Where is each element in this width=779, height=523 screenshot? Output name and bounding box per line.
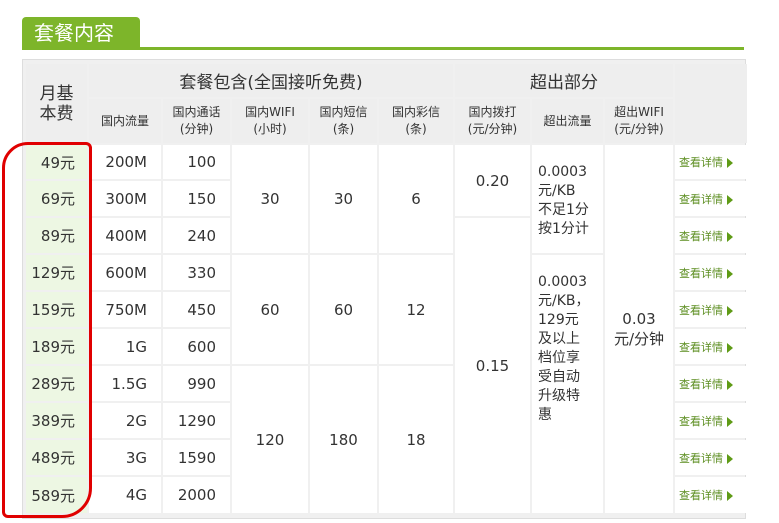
sms-count-cell: 60 (310, 255, 377, 364)
monthly-fee-cell: 189元 (26, 329, 87, 364)
arrow-right-icon (727, 305, 733, 316)
overage-traffic-cell: 0.0003 元/KB， 129元 及以上 档位享 受自动 升级特 惠 (532, 255, 603, 513)
header-col-0: 国内流量 (89, 99, 161, 143)
view-details-link[interactable]: 查看详情 (675, 366, 747, 401)
view-details-link[interactable]: 查看详情 (675, 292, 747, 327)
overage-wifi-cell: 0.03 元/分钟 (605, 145, 673, 513)
monthly-fee-cell: 69元 (26, 181, 87, 216)
view-details-link[interactable]: 查看详情 (675, 403, 747, 438)
minutes-cell: 1290 (163, 403, 230, 438)
arrow-right-icon (727, 342, 733, 353)
section-title-tab: 套餐内容 (22, 17, 140, 49)
traffic-cell: 200M (89, 145, 161, 179)
view-details-link[interactable]: 查看详情 (675, 181, 747, 216)
minutes-cell: 240 (163, 218, 230, 253)
traffic-cell: 1.5G (89, 366, 161, 401)
minutes-cell: 600 (163, 329, 230, 364)
arrow-right-icon (727, 491, 733, 501)
minutes-cell: 330 (163, 255, 230, 290)
view-details-label: 查看详情 (679, 156, 723, 169)
header-col-5: 国内拨打 (元/分钟) (455, 99, 530, 143)
header-col-4: 国内彩信 (条) (379, 99, 453, 143)
traffic-cell: 2G (89, 403, 161, 438)
view-details-link[interactable]: 查看详情 (675, 477, 747, 513)
view-details-label: 查看详情 (679, 377, 723, 391)
traffic-cell: 400M (89, 218, 161, 253)
mms-count-cell: 6 (379, 145, 453, 253)
arrow-right-icon (727, 158, 733, 168)
table-row: 49元 200M 100 30 30 6 0.20 0.0003 元/KB 不足1分 按1分计… (26, 145, 747, 513)
view-details-label: 查看详情 (679, 489, 723, 502)
overage-traffic-cell: 0.0003 元/KB 不足1分 按1分计 (532, 145, 603, 253)
monthly-fee-cell: 89元 (26, 218, 87, 253)
arrow-right-icon (727, 453, 733, 464)
monthly-fee-cell: 489元 (26, 440, 87, 475)
view-details-label: 查看详情 (679, 192, 723, 206)
minutes-cell: 1590 (163, 440, 230, 475)
minutes-cell: 100 (163, 145, 230, 179)
call-rate-cell: 0.15 (455, 218, 530, 513)
mms-count-cell: 18 (379, 366, 453, 513)
arrow-right-icon (727, 416, 733, 427)
section-title: 套餐内容 (34, 21, 114, 45)
call-rate-cell: 0.20 (455, 145, 530, 216)
view-details-link[interactable]: 查看详情 (675, 218, 747, 253)
header-overage: 超出部分 (455, 64, 673, 97)
view-details-label: 查看详情 (679, 266, 723, 280)
view-details-label: 查看详情 (679, 229, 723, 243)
monthly-fee-cell: 49元 (26, 145, 87, 179)
header-col-3: 国内短信 (条) (310, 99, 377, 143)
header-col-6: 超出流量 (532, 99, 603, 143)
monthly-fee-cell: 589元 (26, 477, 87, 513)
traffic-cell: 4G (89, 477, 161, 513)
traffic-cell: 750M (89, 292, 161, 327)
monthly-fee-cell: 289元 (26, 366, 87, 401)
minutes-cell: 150 (163, 181, 230, 216)
wifi-hours-cell: 60 (232, 255, 308, 364)
view-details-label: 查看详情 (679, 451, 723, 465)
monthly-fee-cell: 389元 (26, 403, 87, 438)
minutes-cell: 2000 (163, 477, 230, 513)
wifi-hours-cell: 120 (232, 366, 308, 513)
traffic-cell: 300M (89, 181, 161, 216)
traffic-cell: 3G (89, 440, 161, 475)
header-col-2: 国内WIFI (小时) (232, 99, 308, 143)
plan-table: 月基 本费 套餐包含(全国接听免费) 超出部分 国内流量 国内通话 (分钟) 国内W… (24, 62, 749, 515)
view-details-label: 查看详情 (679, 340, 723, 354)
minutes-cell: 990 (163, 366, 230, 401)
traffic-cell: 1G (89, 329, 161, 364)
monthly-fee-cell: 129元 (26, 255, 87, 290)
view-details-link[interactable]: 查看详情 (675, 329, 747, 364)
header-included: 套餐包含(全国接听免费) (89, 64, 453, 97)
mms-count-cell: 12 (379, 255, 453, 364)
view-details-label: 查看详情 (679, 414, 723, 428)
arrow-right-icon (727, 268, 733, 279)
header-empty (675, 64, 747, 143)
sms-count-cell: 180 (310, 366, 377, 513)
monthly-fee-cell: 159元 (26, 292, 87, 327)
header-monthly-fee: 月基 本费 (26, 64, 87, 143)
arrow-right-icon (727, 194, 733, 205)
sms-count-cell: 30 (310, 145, 377, 253)
traffic-cell: 600M (89, 255, 161, 290)
view-details-link[interactable]: 查看详情 (675, 440, 747, 475)
view-details-link[interactable]: 查看详情 (675, 145, 747, 179)
arrow-right-icon (727, 379, 733, 390)
header-col-1: 国内通话 (分钟) (163, 99, 230, 143)
wifi-hours-cell: 30 (232, 145, 308, 253)
arrow-right-icon (727, 231, 733, 242)
section-divider (22, 47, 744, 50)
header-col-7: 超出WIFI (元/分钟) (605, 99, 673, 143)
view-details-label: 查看详情 (679, 303, 723, 317)
view-details-link[interactable]: 查看详情 (675, 255, 747, 290)
minutes-cell: 450 (163, 292, 230, 327)
